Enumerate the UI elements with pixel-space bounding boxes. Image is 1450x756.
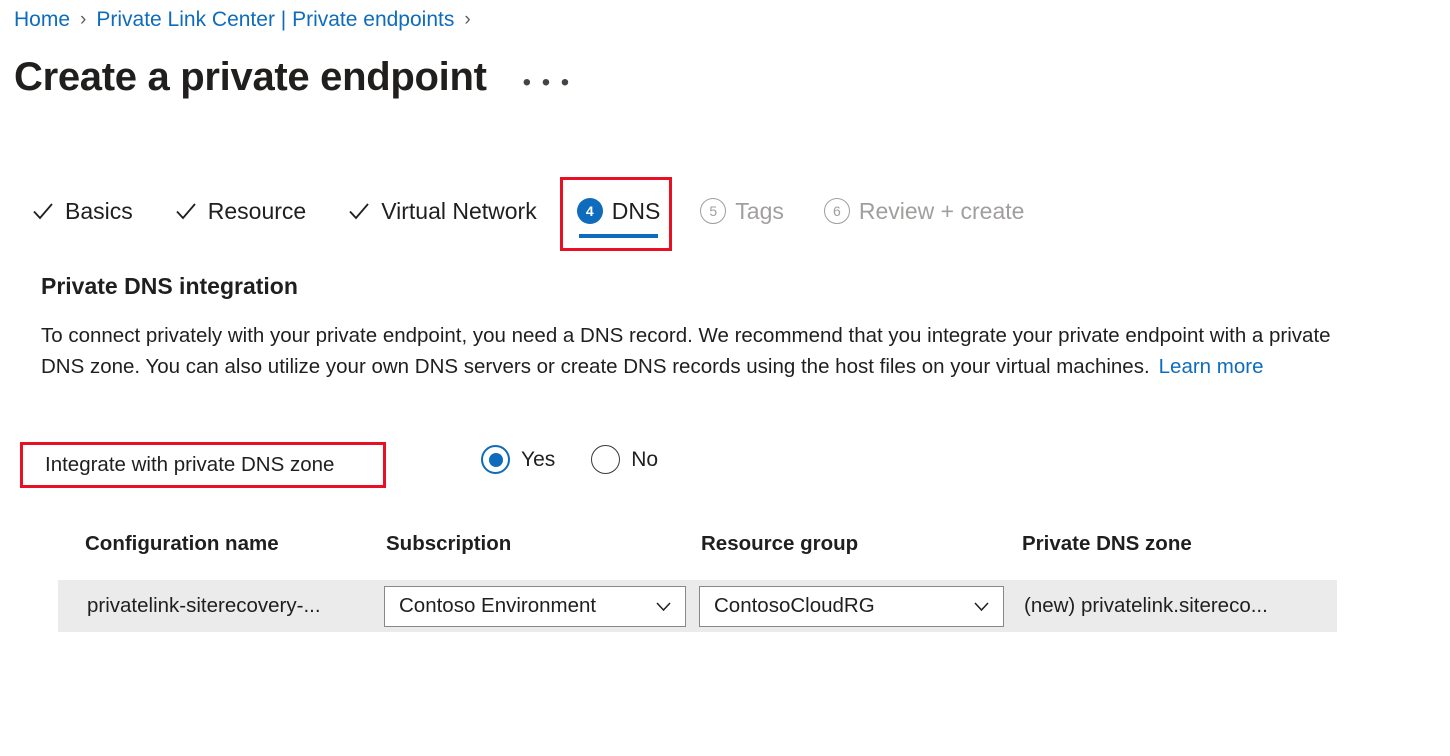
radio-option-yes[interactable]: Yes: [481, 445, 555, 474]
integrate-with-private-dns-zone-label: Integrate with private DNS zone: [45, 452, 334, 478]
radio-yes-indicator: [481, 445, 510, 474]
cell-subscription: Contoso Environment: [373, 586, 688, 627]
resource-group-value: ContosoCloudRG: [714, 593, 875, 619]
integrate-radio-group: Yes No: [481, 445, 694, 474]
subscription-dropdown[interactable]: Contoso Environment: [384, 586, 686, 627]
cell-resource-group: ContosoCloudRG: [688, 586, 1009, 627]
breadcrumb-item-private-link-center[interactable]: Private Link Center | Private endpoints: [96, 6, 454, 34]
tab-dns-badge: 4: [577, 198, 603, 224]
breadcrumb: Home › Private Link Center | Private end…: [14, 6, 481, 34]
dns-configuration-table: Configuration name Subscription Resource…: [58, 531, 1337, 632]
tab-review-create-label: Review + create: [859, 196, 1025, 226]
breadcrumb-separator-icon: ›: [80, 6, 86, 34]
private-dns-zone-value: (new) privatelink.sitereco...: [1024, 593, 1337, 619]
tab-dns[interactable]: 4 DNS: [577, 196, 661, 232]
tab-active-underline: [579, 234, 659, 238]
annotation-box-integrate-label: Integrate with private DNS zone: [20, 442, 386, 488]
tab-basics[interactable]: Basics: [30, 196, 133, 232]
resource-group-dropdown[interactable]: ContosoCloudRG: [699, 586, 1004, 627]
breadcrumb-separator-icon-2: ›: [464, 6, 470, 34]
tab-basics-label: Basics: [65, 196, 133, 226]
learn-more-link[interactable]: Learn more: [1159, 355, 1264, 378]
page-title-row: Create a private endpoint • • •: [14, 52, 571, 102]
column-header-configuration-name: Configuration name: [58, 531, 373, 557]
radio-no-indicator: [591, 445, 620, 474]
check-icon: [173, 198, 199, 224]
radio-option-no[interactable]: No: [591, 445, 658, 474]
tab-virtual-network[interactable]: Virtual Network: [346, 196, 537, 232]
tab-tags-badge: 5: [700, 198, 726, 224]
tab-review-create-badge: 6: [824, 198, 850, 224]
tab-dns-label: DNS: [612, 196, 661, 226]
check-icon: [30, 198, 56, 224]
tab-resource[interactable]: Resource: [173, 196, 306, 232]
cell-private-dns-zone: (new) privatelink.sitereco...: [1009, 593, 1337, 619]
tab-review-create[interactable]: 6 Review + create: [824, 196, 1025, 232]
tab-dns-wrapper: 4 DNS: [577, 196, 661, 232]
configuration-name-value: privatelink-siterecovery-...: [87, 593, 373, 619]
tab-virtual-network-label: Virtual Network: [381, 196, 537, 226]
subscription-value: Contoso Environment: [399, 593, 596, 619]
column-header-resource-group: Resource group: [688, 531, 1009, 557]
radio-yes-label: Yes: [521, 446, 555, 474]
chevron-down-icon: [654, 597, 673, 616]
column-header-private-dns-zone: Private DNS zone: [1009, 531, 1337, 557]
table-header-row: Configuration name Subscription Resource…: [58, 531, 1337, 580]
wizard-tabs: Basics Resource Virtual Network 4 DNS 5 …: [30, 196, 1064, 232]
section-heading: Private DNS integration: [41, 271, 298, 301]
more-options-icon[interactable]: • • •: [523, 61, 572, 93]
section-description-text: To connect privately with your private e…: [41, 324, 1331, 378]
tab-tags[interactable]: 5 Tags: [700, 196, 784, 232]
tab-tags-label: Tags: [735, 196, 784, 226]
page-title: Create a private endpoint: [14, 52, 487, 102]
tab-resource-label: Resource: [208, 196, 306, 226]
breadcrumb-item-home[interactable]: Home: [14, 6, 70, 34]
check-icon: [346, 198, 372, 224]
cell-configuration-name: privatelink-siterecovery-...: [58, 593, 373, 619]
radio-no-label: No: [631, 446, 658, 474]
table-row: privatelink-siterecovery-... Contoso Env…: [58, 580, 1337, 632]
column-header-subscription: Subscription: [373, 531, 688, 557]
chevron-down-icon: [972, 597, 991, 616]
section-description: To connect privately with your private e…: [41, 320, 1331, 382]
